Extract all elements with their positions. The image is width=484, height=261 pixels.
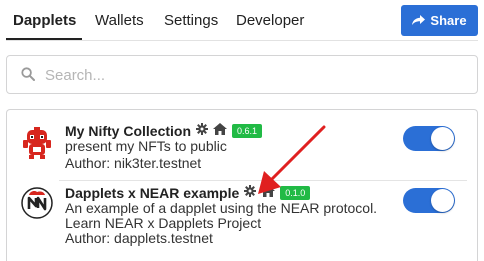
toggle-knob	[431, 189, 454, 212]
tab-developer[interactable]: Developer	[236, 12, 304, 30]
tab-wallets[interactable]: Wallets	[95, 12, 144, 30]
dapplet-author: Author: dapplets.testnet	[65, 230, 213, 246]
share-button-label: Share	[430, 13, 467, 28]
dapplet-description-2: Learn NEAR x Dapplets Project	[65, 215, 262, 231]
list-item: Dapplets x NEAR example 0.1.0 An example…	[7, 182, 479, 248]
dapplet-title: My Nifty Collection	[65, 123, 192, 139]
tabs-divider	[6, 40, 478, 41]
dapplet-logo	[21, 127, 53, 159]
list-item: My Nifty Collection 0.6.1 present my NFT…	[7, 120, 479, 186]
dapplet-author: Author: nik3ter.testnet	[65, 155, 202, 171]
share-icon	[412, 15, 426, 26]
search-box	[6, 55, 478, 94]
dapplet-toggle[interactable]	[403, 126, 455, 151]
dapplet-list: My Nifty Collection 0.6.1 present my NFT…	[6, 109, 478, 261]
toggle-knob	[431, 127, 454, 150]
top-tabs: Dapplets Wallets Settings Developer Shar…	[0, 0, 484, 44]
dapplet-title: Dapplets x NEAR example	[65, 185, 240, 201]
share-button[interactable]: Share	[401, 5, 478, 36]
search-input[interactable]	[45, 64, 465, 86]
tab-dapplets[interactable]: Dapplets	[13, 12, 76, 30]
dapplet-logo	[21, 187, 53, 219]
annotation-arrow	[258, 125, 326, 194]
dapplet-description: An example of a dapplet using the NEAR p…	[65, 200, 378, 216]
tab-settings[interactable]: Settings	[164, 12, 218, 30]
search-icon	[21, 67, 35, 86]
dapplet-toggle[interactable]	[403, 188, 455, 213]
dapplet-description: present my NFTs to public	[65, 138, 227, 154]
